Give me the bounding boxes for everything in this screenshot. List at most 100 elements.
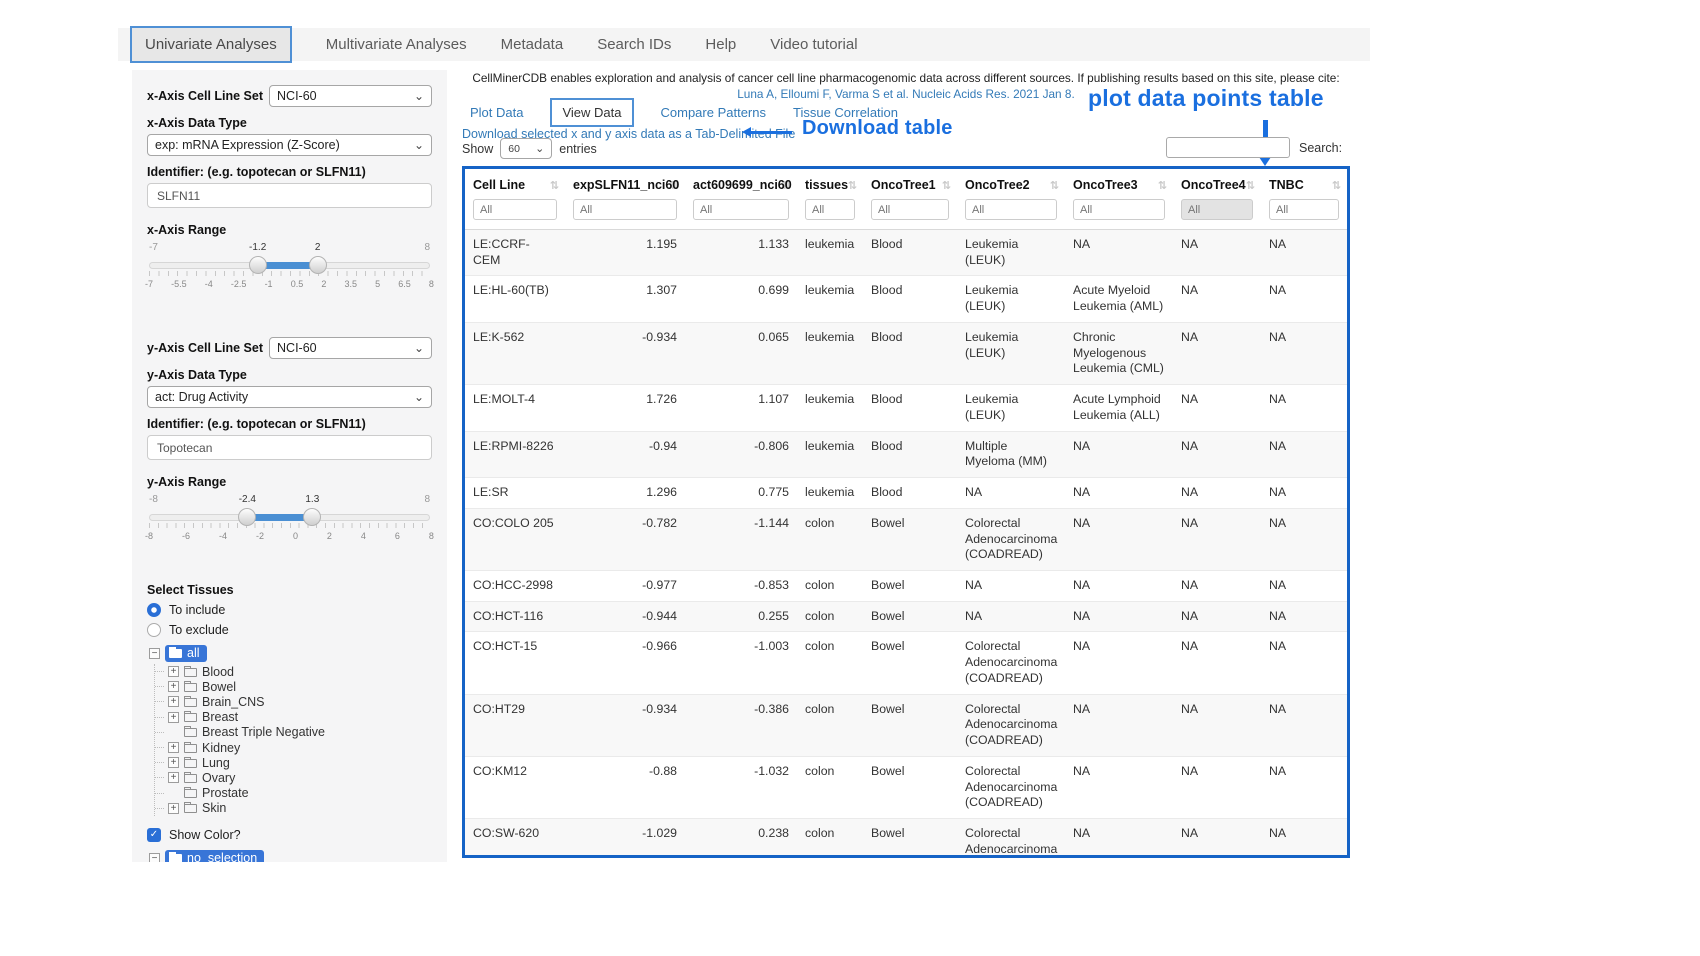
column-header-expslfn11-nci60[interactable]: ⇅expSLFN11_nci60: [565, 169, 685, 197]
include-tree-item-brain-cns[interactable]: +Brain_CNS: [168, 694, 432, 709]
y-axis-range-slider[interactable]: -88-2.41.3-8-6-4-202468: [149, 505, 430, 555]
slider-tick-label: 6: [395, 531, 400, 541]
radio-button[interactable]: [147, 623, 161, 637]
include-tree-item-skin[interactable]: +Skin: [168, 801, 432, 816]
table-row[interactable]: LE:RPMI-8226-0.94-0.806leukemiaBloodMult…: [465, 431, 1347, 477]
tab-plot-data[interactable]: Plot Data: [470, 105, 523, 120]
sort-icon[interactable]: ⇅: [848, 179, 857, 192]
table-row[interactable]: CO:SW-620-1.0290.238colonBowelColorectal…: [465, 819, 1347, 858]
cell-oncotree1: Bowel: [863, 694, 957, 756]
y-axis-data-type-select[interactable]: act: Drug Activity ⌄: [147, 386, 432, 408]
chevron-down-icon: ⌄: [414, 91, 424, 101]
table-row[interactable]: CO:HCT-15-0.966-1.003colonBowelColorecta…: [465, 632, 1347, 694]
filter-input-oncotree4[interactable]: [1181, 199, 1253, 220]
entries-select[interactable]: 60 ⌄: [500, 138, 552, 159]
filter-input-oncotree1[interactable]: [871, 199, 949, 220]
include-tree-item-breast[interactable]: +Breast: [168, 710, 432, 725]
expand-icon[interactable]: +: [168, 803, 179, 814]
show-color-row[interactable]: ✓ Show Color?: [147, 828, 432, 842]
include-tree-item-breast-triple-negative[interactable]: Breast Triple Negative: [168, 725, 432, 740]
nav-item-univariate-analyses[interactable]: Univariate Analyses: [130, 26, 292, 63]
slider-low-handle[interactable]: [238, 508, 256, 526]
slider-high-handle[interactable]: [303, 508, 321, 526]
y-axis-range-label: y-Axis Range: [147, 475, 432, 489]
x-axis-identifier-input[interactable]: [147, 183, 432, 208]
y-axis-identifier-input[interactable]: [147, 435, 432, 460]
slider-low-handle[interactable]: [249, 256, 267, 274]
filter-input-oncotree2[interactable]: [965, 199, 1057, 220]
page: Univariate Analyses Multivariate Analyses…: [0, 0, 1700, 956]
filter-input-tnbc[interactable]: [1269, 199, 1339, 220]
column-header-tnbc[interactable]: ⇅TNBC: [1261, 169, 1347, 197]
expand-icon[interactable]: +: [168, 742, 179, 753]
table-row[interactable]: LE:SR1.2960.775leukemiaBloodNANANANA: [465, 478, 1347, 509]
sort-icon[interactable]: ⇅: [942, 179, 951, 192]
collapse-icon[interactable]: −: [149, 648, 160, 659]
nav-item-video-tutorial[interactable]: Video tutorial: [770, 36, 857, 53]
filter-input-cell-line[interactable]: [473, 199, 557, 220]
table-row[interactable]: LE:HL-60(TB)1.3070.699leukemiaBloodLeuke…: [465, 276, 1347, 322]
cell-oncotree3: NA: [1065, 571, 1173, 602]
column-header-oncotree1[interactable]: ⇅OncoTree1: [863, 169, 957, 197]
radio-to-exclude[interactable]: To exclude: [147, 623, 432, 637]
table-row[interactable]: LE:K-562-0.9340.065leukemiaBloodLeukemia…: [465, 322, 1347, 384]
search-input[interactable]: [1166, 137, 1290, 158]
nav-item-help[interactable]: Help: [705, 36, 736, 53]
tab-view-data[interactable]: View Data: [550, 98, 633, 127]
table-row[interactable]: CO:HCT-116-0.9440.255colonBowelNANANANA: [465, 601, 1347, 632]
table-row[interactable]: CO:COLO 205-0.782-1.144colonBowelColorec…: [465, 508, 1347, 570]
expand-icon[interactable]: +: [168, 712, 179, 723]
include-tree-item-kidney[interactable]: +Kidney: [168, 740, 432, 755]
cell-expslfn11-nci60: -1.029: [565, 819, 685, 858]
table-row[interactable]: CO:HCC-2998-0.977-0.853colonBowelNANANAN…: [465, 571, 1347, 602]
cell-tnbc: NA: [1261, 431, 1347, 477]
include-tree-item-ovary[interactable]: +Ovary: [168, 770, 432, 785]
column-header-oncotree2[interactable]: ⇅OncoTree2: [957, 169, 1065, 197]
table-row[interactable]: LE:MOLT-41.7261.107leukemiaBloodLeukemia…: [465, 385, 1347, 431]
include-tree-item-lung[interactable]: +Lung: [168, 755, 432, 770]
filter-input-tissues[interactable]: [805, 199, 855, 220]
slider-high-handle[interactable]: [309, 256, 327, 274]
expand-icon[interactable]: +: [168, 666, 179, 677]
include-tree-root-all[interactable]: all: [165, 645, 207, 662]
collapse-icon[interactable]: −: [149, 853, 160, 862]
color-tree-root-no-selection[interactable]: no_selection: [165, 850, 264, 862]
table-row[interactable]: CO:HT29-0.934-0.386colonBowelColorectal …: [465, 694, 1347, 756]
column-header-cell-line[interactable]: ⇅Cell Line: [465, 169, 565, 197]
filter-input-act609699-nci60[interactable]: [693, 199, 789, 220]
include-tree-item-prostate[interactable]: Prostate: [168, 786, 432, 801]
show-color-checkbox[interactable]: ✓: [147, 828, 161, 842]
filter-input-oncotree3[interactable]: [1073, 199, 1165, 220]
tab-compare-patterns[interactable]: Compare Patterns: [661, 105, 767, 120]
expand-icon[interactable]: +: [168, 696, 179, 707]
column-header-act609699-nci60[interactable]: ⇅act609699_nci60: [685, 169, 797, 197]
expand-icon[interactable]: +: [168, 757, 179, 768]
tree-item-label: Prostate: [202, 786, 249, 800]
column-header-tissues[interactable]: ⇅tissues: [797, 169, 863, 197]
sort-icon[interactable]: ⇅: [1050, 179, 1059, 192]
table-row[interactable]: CO:KM12-0.88-1.032colonBowelColorectal A…: [465, 756, 1347, 818]
nav-item-search-ids[interactable]: Search IDs: [597, 36, 671, 53]
x-axis-range-slider[interactable]: -78-1.22-7-5.5-4-2.5-10.523.556.58: [149, 253, 430, 303]
column-header-oncotree4[interactable]: ⇅OncoTree4: [1173, 169, 1261, 197]
slider-high-value: 2: [315, 242, 321, 253]
filter-input-expslfn11-nci60[interactable]: [573, 199, 677, 220]
expand-icon[interactable]: +: [168, 681, 179, 692]
table-row[interactable]: LE:CCRF-CEM1.1951.133leukemiaBloodLeukem…: [465, 230, 1347, 276]
expand-icon[interactable]: +: [168, 772, 179, 783]
nav-item-metadata[interactable]: Metadata: [501, 36, 564, 53]
include-tree-item-bowel[interactable]: +Bowel: [168, 679, 432, 694]
sort-icon[interactable]: ⇅: [1158, 179, 1167, 192]
sort-icon[interactable]: ⇅: [1246, 179, 1255, 192]
sort-icon[interactable]: ⇅: [1332, 179, 1341, 192]
nav-item-multivariate-analyses[interactable]: Multivariate Analyses: [326, 36, 467, 53]
radio-to-include[interactable]: To include: [147, 603, 432, 617]
x-axis-data-type-select[interactable]: exp: mRNA Expression (Z-Score) ⌄: [147, 134, 432, 156]
x-axis-cell-line-set-select[interactable]: NCI-60 ⌄: [269, 85, 432, 107]
column-header-oncotree3[interactable]: ⇅OncoTree3: [1065, 169, 1173, 197]
radio-button[interactable]: [147, 603, 161, 617]
tree-item-label: Blood: [202, 665, 234, 679]
include-tree-item-blood[interactable]: + Blood: [168, 664, 432, 679]
sort-icon[interactable]: ⇅: [550, 179, 559, 192]
y-axis-cell-line-set-select[interactable]: NCI-60 ⌄: [269, 337, 432, 359]
